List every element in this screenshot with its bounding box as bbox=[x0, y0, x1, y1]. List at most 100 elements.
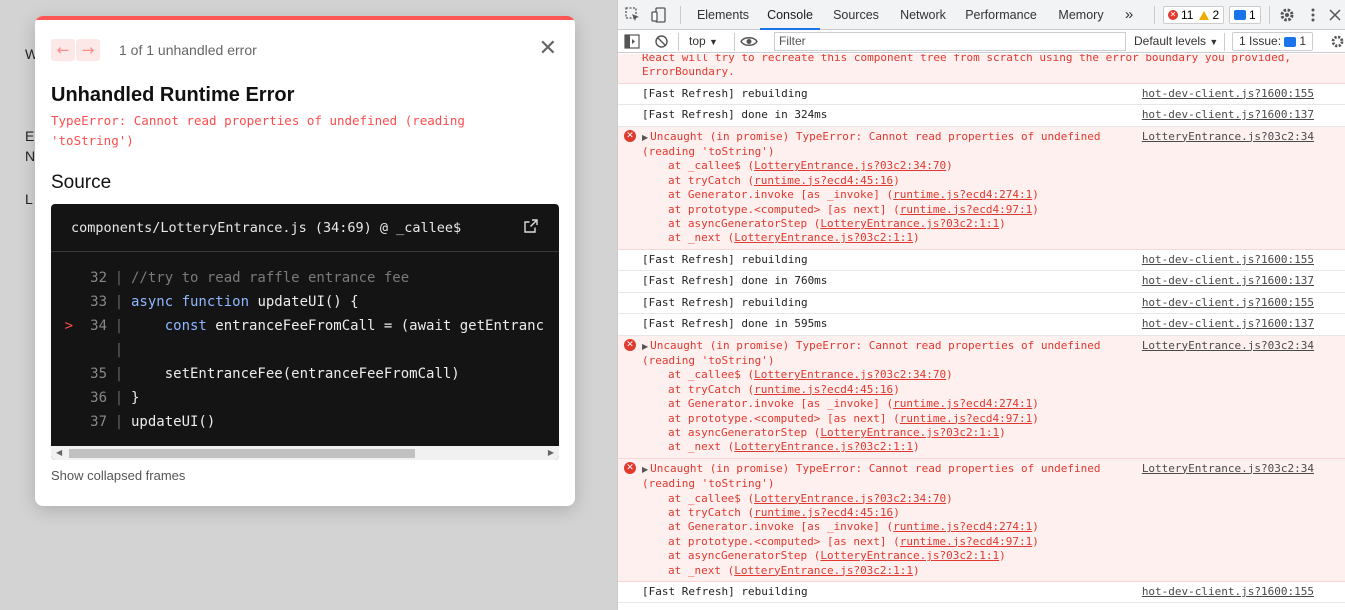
stack-frame: at Generator.invoke [as _invoke] (runtim… bbox=[668, 397, 1039, 411]
stack-location-link[interactable]: runtime.js?ecd4:274:1 bbox=[893, 520, 1032, 533]
tab-performance[interactable]: Performance bbox=[960, 0, 1042, 30]
error-accent-bar bbox=[35, 16, 575, 20]
stack-location-link[interactable]: LotteryEntrance.js?03c2:1:1 bbox=[820, 549, 999, 562]
error-title: Unhandled Runtime Error bbox=[51, 84, 295, 106]
scroll-right-icon[interactable]: ▶ bbox=[548, 446, 554, 460]
eye-icon[interactable] bbox=[740, 35, 758, 48]
stack-location-link[interactable]: LotteryEntrance.js?03c2:1:1 bbox=[820, 426, 999, 439]
tab-network[interactable]: Network bbox=[892, 0, 954, 30]
device-toolbar-icon[interactable] bbox=[650, 6, 668, 24]
stack-frame: at tryCatch (runtime.js?ecd4:45:16) bbox=[668, 173, 900, 187]
log-message: [Fast Refresh] done in 595ms bbox=[642, 317, 828, 331]
console-error-row: React will try to recreate this componen… bbox=[618, 54, 1345, 84]
open-in-editor-icon[interactable] bbox=[523, 218, 539, 234]
close-devtools-icon[interactable] bbox=[1326, 6, 1344, 24]
sidebar-toggle-icon[interactable] bbox=[624, 34, 640, 49]
stack-location-link[interactable]: runtime.js?ecd4:45:16 bbox=[754, 174, 893, 187]
log-source-link[interactable]: hot-dev-client.js?1600:155 bbox=[1142, 253, 1314, 267]
tab-console[interactable]: Console bbox=[760, 0, 820, 30]
error-warning-counter[interactable]: ✕ 11 2 bbox=[1163, 6, 1225, 24]
scroll-left-icon[interactable]: ◀ bbox=[56, 446, 62, 460]
close-overlay-button[interactable]: ✕ bbox=[539, 38, 557, 60]
console-log-row: [Fast Refresh] done in 324ms hot-dev-clie… bbox=[618, 105, 1345, 127]
error-message: TypeError: Cannot read properties of und… bbox=[51, 113, 465, 148]
console-error-row: ✕ ▶ Uncaught (in promise) TypeError: Canno… bbox=[618, 458, 1345, 582]
gear-icon[interactable] bbox=[1278, 6, 1296, 24]
console-prompt[interactable]: › bbox=[618, 603, 1345, 610]
log-source-link[interactable]: hot-dev-client.js?1600:155 bbox=[1142, 87, 1314, 101]
message-icon bbox=[1234, 10, 1246, 20]
stack-frame: at _next (LotteryEntrance.js?03c2:1:1) bbox=[668, 231, 920, 245]
code-line: 35 | setEntranceFee(entranceFeeFromCall) bbox=[51, 362, 559, 386]
stack-location-link[interactable]: LotteryEntrance.js?03c2:34:70 bbox=[754, 492, 946, 505]
tab-memory[interactable]: Memory bbox=[1048, 0, 1114, 30]
console-error-row: ✕ ▶ Uncaught (in promise) TypeError: Canno… bbox=[618, 126, 1345, 250]
more-tabs-button[interactable]: » bbox=[1118, 0, 1140, 30]
stack-location-link[interactable]: LotteryEntrance.js?03c2:1:1 bbox=[734, 564, 913, 577]
code-keyword: const bbox=[164, 318, 207, 334]
stack-location-link[interactable]: runtime.js?ecd4:274:1 bbox=[893, 397, 1032, 410]
log-source-link[interactable]: hot-dev-client.js?1600:137 bbox=[1142, 317, 1314, 331]
expand-triangle-icon[interactable]: ▶ bbox=[642, 133, 648, 142]
stack-function: at Generator.invoke [as _invoke] bbox=[668, 397, 880, 411]
inspect-element-icon[interactable] bbox=[624, 6, 642, 24]
console-settings-gear-icon[interactable] bbox=[1330, 34, 1345, 49]
console-filter-input[interactable]: Filter bbox=[774, 32, 1126, 51]
stack-function: at asyncGeneratorStep bbox=[668, 425, 808, 439]
log-source-link[interactable]: hot-dev-client.js?1600:137 bbox=[1142, 274, 1314, 288]
log-source-link[interactable]: hot-dev-client.js?1600:137 bbox=[1142, 108, 1314, 122]
error-source-link[interactable]: LotteryEntrance.js?03c2:34 bbox=[1142, 130, 1314, 144]
source-file-link[interactable]: components/LotteryEntrance.js (34:69) @ … bbox=[51, 204, 559, 252]
truncated-error-text: ErrorBoundary. bbox=[642, 65, 735, 79]
show-collapsed-frames-button[interactable]: Show collapsed frames bbox=[51, 468, 185, 483]
console-log-area: React will try to recreate this componen… bbox=[618, 54, 1345, 610]
previous-error-button[interactable]: ← bbox=[51, 39, 75, 61]
expand-triangle-icon[interactable]: ▶ bbox=[642, 342, 648, 351]
stack-location-link[interactable]: LotteryEntrance.js?03c2:1:1 bbox=[734, 440, 913, 453]
stack-location-link[interactable]: LotteryEntrance.js?03c2:34:70 bbox=[754, 368, 946, 381]
stack-location-link[interactable]: runtime.js?ecd4:97:1 bbox=[900, 535, 1032, 548]
clear-console-icon[interactable] bbox=[654, 34, 669, 49]
stack-location-link[interactable]: LotteryEntrance.js?03c2:1:1 bbox=[734, 231, 913, 244]
console-log-row: [Fast Refresh] done in 595ms hot-dev-clie… bbox=[618, 314, 1345, 336]
code-horizontal-scrollbar[interactable]: ◀ ▶ bbox=[51, 446, 559, 460]
next-error-button[interactable]: → bbox=[76, 39, 100, 61]
page-text-fragment: N bbox=[25, 148, 36, 164]
code-line: | bbox=[51, 338, 559, 362]
error-source-link[interactable]: LotteryEntrance.js?03c2:34 bbox=[1142, 462, 1314, 476]
context-selector[interactable]: top ▼ bbox=[689, 30, 718, 53]
messages-counter[interactable]: 1 bbox=[1229, 6, 1261, 24]
stack-location-link[interactable]: runtime.js?ecd4:45:16 bbox=[754, 383, 893, 396]
arrow-left-icon: ← bbox=[56, 41, 70, 59]
line-number: 32 bbox=[90, 270, 107, 286]
stack-function: at asyncGeneratorStep bbox=[668, 217, 808, 231]
log-message: [Fast Refresh] rebuilding bbox=[642, 295, 808, 309]
error-source-link[interactable]: LotteryEntrance.js?03c2:34 bbox=[1142, 339, 1314, 353]
tab-elements[interactable]: Elements bbox=[688, 0, 758, 30]
log-source-link[interactable]: hot-dev-client.js?1600:155 bbox=[1142, 296, 1314, 310]
code-text: //try to read raffle entrance fee bbox=[131, 270, 409, 286]
stack-function: at Generator.invoke [as _invoke] bbox=[668, 188, 880, 202]
error-icon: ✕ bbox=[624, 338, 636, 351]
gutter-divider: | bbox=[114, 294, 124, 310]
stack-location-link[interactable]: runtime.js?ecd4:274:1 bbox=[893, 188, 1032, 201]
stack-function: at tryCatch bbox=[668, 505, 741, 519]
stack-location-link[interactable]: runtime.js?ecd4:45:16 bbox=[754, 506, 893, 519]
log-source-link[interactable]: hot-dev-client.js?1600:155 bbox=[1142, 585, 1314, 599]
scrollbar-thumb[interactable] bbox=[69, 449, 415, 458]
stack-location-link[interactable]: runtime.js?ecd4:97:1 bbox=[900, 203, 1032, 216]
stack-location-link[interactable]: runtime.js?ecd4:97:1 bbox=[900, 412, 1032, 425]
error-icon: ✕ bbox=[624, 129, 636, 142]
more-options-icon[interactable] bbox=[1304, 6, 1322, 24]
stack-location-link[interactable]: LotteryEntrance.js?03c2:34:70 bbox=[754, 159, 946, 172]
issues-button[interactable]: 1 Issue: 1 bbox=[1232, 32, 1314, 51]
tab-sources[interactable]: Sources bbox=[826, 0, 886, 30]
error-icon: ✕ bbox=[1168, 10, 1178, 20]
stack-function: at _callee$ bbox=[668, 368, 741, 382]
source-heading: Source bbox=[51, 172, 112, 193]
stack-location-link[interactable]: LotteryEntrance.js?03c2:1:1 bbox=[820, 217, 999, 230]
log-levels-dropdown[interactable]: Default levels ▼ bbox=[1134, 30, 1218, 53]
stack-frame: at _callee$ (LotteryEntrance.js?03c2:34:… bbox=[668, 491, 953, 505]
expand-triangle-icon[interactable]: ▶ bbox=[642, 465, 648, 474]
console-log-row: [Fast Refresh] done in 760ms hot-dev-clie… bbox=[618, 271, 1345, 293]
